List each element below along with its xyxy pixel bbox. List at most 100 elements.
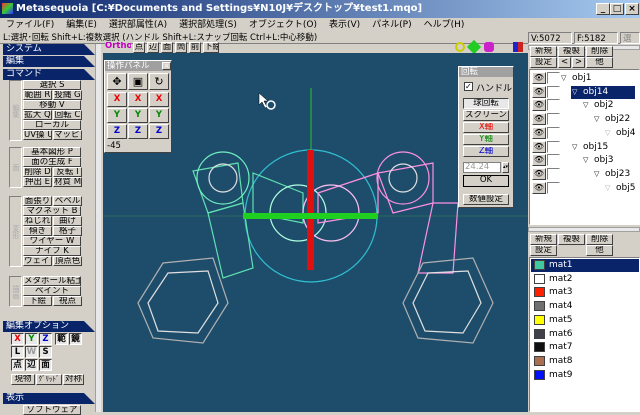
object-new-button[interactable]: 新規 — [530, 46, 557, 57]
operation-panel-close[interactable]: × — [162, 62, 171, 70]
lock-toggle[interactable] — [547, 140, 560, 153]
zoom-icon[interactable] — [455, 42, 465, 52]
color-view-icon[interactable] — [513, 42, 523, 52]
object-item-obj3[interactable]: ▽ obj3 — [582, 154, 613, 167]
menu-item-5[interactable]: 表示(V) — [329, 20, 360, 30]
rotate-view-icon[interactable] — [484, 42, 494, 52]
lock-toggle[interactable] — [547, 72, 560, 84]
command-button[interactable]: 回転 C — [53, 110, 82, 120]
object-del-button[interactable]: 削除 — [586, 46, 613, 57]
expand-icon[interactable]: ▽ — [583, 99, 588, 112]
object-item-obj1[interactable]: ▽ obj1 — [560, 72, 591, 85]
object-item-obj5[interactable]: ▽ obj5 — [604, 182, 635, 195]
object-item-obj4[interactable]: ▽ obj4 — [604, 127, 635, 140]
visibility-eye-icon[interactable]: 👁 — [532, 154, 546, 167]
minimize-button[interactable]: _ — [596, 3, 610, 15]
option-sym-button[interactable]: 対称 — [63, 374, 84, 385]
z-axis-button[interactable]: Z軸 — [463, 146, 509, 157]
material-item-mat6[interactable]: mat6 — [531, 328, 639, 341]
option-s-button[interactable]: S — [39, 346, 52, 358]
visibility-eye-icon[interactable]: 👁 — [532, 140, 546, 153]
menu-item-4[interactable]: オブジェクト(O) — [249, 20, 317, 30]
object-other-button[interactable]: 他 — [586, 57, 613, 68]
expand-icon[interactable]: ▽ — [572, 141, 577, 154]
rotation-handle-x[interactable] — [307, 150, 314, 270]
op-y-button[interactable]: Y — [149, 108, 169, 123]
expand-icon[interactable]: ▽ — [605, 182, 610, 195]
command-button[interactable]: マッピング — [53, 130, 82, 140]
command-button[interactable]: 傾き — [23, 226, 52, 236]
rotate-mode-icon[interactable]: ↻ — [149, 73, 169, 90]
command-button[interactable]: ベベル — [53, 196, 82, 206]
expand-icon[interactable]: ▽ — [561, 72, 566, 85]
menu-item-3[interactable]: 選択部処理(S) — [179, 20, 237, 30]
material-new-button[interactable]: 新規 — [530, 234, 557, 245]
object-settings-button[interactable]: 設定 — [530, 57, 557, 68]
visibility-eye-icon[interactable]: 👁 — [532, 72, 546, 84]
command-button[interactable]: 格子 — [53, 226, 82, 236]
object-item-obj2[interactable]: ▽ obj2 — [582, 99, 613, 112]
expand-icon[interactable]: ▽ — [594, 113, 599, 126]
visibility-eye-icon[interactable]: 👁 — [532, 113, 546, 126]
option-z-button[interactable]: Z — [39, 333, 52, 345]
view-toggle-5[interactable]: 前 — [189, 42, 201, 53]
command-button[interactable]: 視点 — [53, 296, 82, 306]
command-button[interactable]: 面張り — [23, 196, 52, 206]
display-software-button[interactable]: ソフトウェア — [23, 405, 81, 415]
material-item-mat5[interactable]: mat5 — [531, 314, 639, 327]
view-toggle-4[interactable]: 簡 — [175, 42, 187, 53]
command-button[interactable]: UV操 U — [23, 130, 52, 140]
sphere-rotate-button[interactable]: 球回転 — [463, 98, 509, 109]
move-view-icon[interactable] — [466, 39, 482, 55]
command-button[interactable]: ウェイト — [23, 256, 52, 266]
command-button[interactable]: 押出 E — [23, 177, 52, 187]
handle-checkbox[interactable]: ✓ — [464, 82, 473, 91]
object-copy-button[interactable]: 複製 — [558, 46, 585, 57]
lock-toggle[interactable] — [547, 167, 560, 180]
menu-item-7[interactable]: ヘルプ(H) — [424, 20, 465, 30]
material-copy-button[interactable]: 複製 — [558, 234, 585, 245]
visibility-eye-icon[interactable]: 👁 — [532, 181, 546, 194]
ok-button[interactable]: OK — [463, 175, 509, 187]
material-item-mat1[interactable]: mat1 — [531, 259, 639, 272]
selection-lock-button[interactable]: 選択固定 — [620, 32, 640, 44]
command-button[interactable]: 材質 M — [53, 177, 82, 187]
object-item-obj14[interactable]: ▽ obj14 — [571, 85, 635, 99]
option-mirror-button[interactable]: 鏡 — [69, 333, 82, 345]
section-display[interactable]: 表示 — [3, 393, 95, 404]
option-grid-button[interactable]: ｸﾞﾘｯﾄﾞ — [36, 374, 62, 385]
rotation-handle-y[interactable] — [243, 213, 378, 219]
maximize-button[interactable]: □ — [610, 3, 624, 15]
left-scrollbar[interactable] — [95, 44, 101, 412]
option-current-button[interactable]: 現物 — [11, 374, 35, 385]
option-edge-button[interactable]: 辺 — [25, 359, 38, 371]
lock-toggle[interactable] — [547, 113, 560, 126]
op-x-button[interactable]: X — [128, 92, 148, 107]
view-toggle-6[interactable]: 下絵 — [203, 42, 219, 53]
op-z-button[interactable]: Z — [107, 124, 127, 139]
command-button[interactable]: マグネット B — [23, 206, 81, 216]
option-range-button[interactable]: 範 — [55, 333, 68, 345]
material-del-button[interactable]: 削除 — [586, 234, 613, 245]
section-edit[interactable]: 編集 — [3, 56, 95, 67]
op-x-button[interactable]: X — [107, 92, 127, 107]
material-item-mat7[interactable]: mat7 — [531, 341, 639, 354]
angle-spinner[interactable]: ▴▾ — [502, 162, 509, 173]
object-item-obj15[interactable]: ▽ obj15 — [571, 141, 608, 154]
y-axis-button[interactable]: Y軸 — [463, 134, 509, 145]
expand-icon[interactable]: ▽ — [583, 154, 588, 167]
material-item-mat2[interactable]: mat2 — [531, 273, 639, 286]
visibility-eye-icon[interactable]: 👁 — [532, 85, 546, 98]
angle-input[interactable]: 24.24 — [463, 162, 501, 173]
op-x-button[interactable]: X — [149, 92, 169, 107]
menu-item-6[interactable]: パネル(P) — [372, 20, 411, 30]
command-button[interactable]: 範囲 R — [23, 90, 52, 100]
visibility-eye-icon[interactable]: 👁 — [532, 167, 546, 180]
command-button[interactable]: 面の生成 F — [23, 157, 81, 167]
object-next-button[interactable]: > — [572, 57, 585, 68]
command-button[interactable]: ワイヤー W — [23, 236, 81, 246]
command-button[interactable]: 移動 V — [23, 100, 81, 110]
object-item-obj22[interactable]: ▽ obj22 — [593, 113, 630, 126]
command-button[interactable]: ねじれ — [23, 216, 52, 226]
command-button[interactable]: メタボール粘土 — [23, 276, 81, 286]
